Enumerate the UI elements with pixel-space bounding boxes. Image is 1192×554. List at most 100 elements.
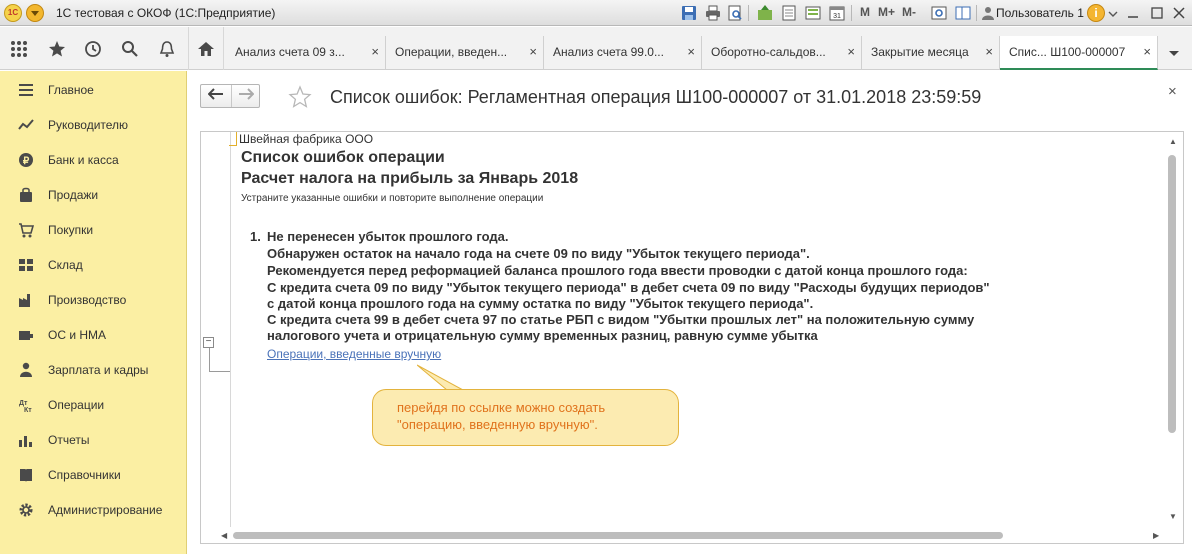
report-subheading: Расчет налога на прибыль за Январь 2018 [241,170,579,187]
home-button[interactable] [188,27,224,70]
scroll-right-icon[interactable]: ▶ [1153,531,1159,540]
vertical-scrollbar[interactable]: ▲ ▼ [1164,135,1181,525]
maximize-button[interactable] [1148,4,1166,22]
form-title: Список ошибок: Регламентная операция Ш10… [330,87,982,107]
notifications-button[interactable] [148,27,185,70]
tab-close-icon[interactable]: × [687,44,695,59]
sidebar-item-operations[interactable]: Дт Кт Операции [0,387,186,422]
ruble-coin-icon: ₽ [19,153,33,167]
favorite-star-icon[interactable] [288,85,312,109]
main-menu-button[interactable] [26,4,44,22]
sidebar-item-main[interactable]: Главное [0,72,186,107]
sidebar-item-label: Банк и касса [48,153,119,167]
report-heading: Список ошибок операции [241,149,445,166]
toolbar-separator [851,5,852,21]
user-icon [982,7,994,20]
form-close-icon[interactable]: × [1168,83,1177,100]
tab-label: Операции, введен... [395,45,508,59]
favorites-button[interactable] [38,27,75,70]
sidebar-item-payroll[interactable]: Зарплата и кадры [0,352,186,387]
tab-close-icon[interactable]: × [985,44,993,59]
user-name[interactable]: Пользователь 1 [996,6,1084,20]
info-icon[interactable]: i [1087,4,1105,22]
bar-chart-icon [19,436,32,447]
collapse-group-button[interactable]: − [203,337,214,348]
zoom-window-icon[interactable] [930,4,948,22]
sidebar-item-label: Покупки [48,223,94,237]
sidebar-item-purchases[interactable]: Покупки [0,212,186,247]
arrow-right-icon [239,88,255,100]
tab-turnover-balance[interactable]: Оборотно-сальдов... × [702,36,862,70]
scroll-down-icon[interactable]: ▼ [1169,512,1177,521]
error-text-line: С кредита счета 09 по виду "Убыток текущ… [267,280,990,295]
star-icon [48,40,65,56]
warehouse-icon [19,259,33,271]
tab-month-closing[interactable]: Закрытие месяца × [862,36,1000,70]
tab-close-icon[interactable]: × [529,44,537,59]
panels-icon[interactable] [954,4,972,22]
calendar-icon[interactable]: 31 [828,4,846,22]
sidebar-item-warehouse[interactable]: Склад [0,247,186,282]
memory-button[interactable]: M [860,5,870,19]
history-icon [84,40,101,57]
memory-add-button[interactable]: M+ [878,5,895,19]
toolbar-separator [976,5,977,21]
close-window-button[interactable] [1170,4,1188,22]
memory-subtract-button[interactable]: M- [902,5,916,19]
tab-label: Закрытие месяца [871,45,969,59]
scroll-left-icon[interactable]: ◀ [221,531,227,540]
sidebar-item-label: Склад [48,258,83,272]
minimize-button[interactable] [1124,4,1142,22]
close-icon [1173,7,1185,19]
history-button[interactable] [74,27,111,70]
cell-marker [229,132,237,146]
dt-kt-icon: ДтКт [19,400,32,413]
home-icon [198,41,214,56]
list-icon[interactable] [804,4,822,22]
sidebar-item-reports[interactable]: Отчеты [0,422,186,457]
scroll-up-icon[interactable]: ▲ [1169,137,1177,146]
back-button[interactable] [201,85,230,107]
error-text-line: Обнаружен остаток на начало года на счет… [267,246,810,261]
sidebar-item-label: Руководителю [48,118,129,132]
hint-callout: перейдя по ссылке можно создать "операци… [372,389,679,446]
chevron-down-icon[interactable] [1108,10,1118,18]
document-icon[interactable] [780,4,798,22]
sidebar-item-fixed-assets[interactable]: ОС и НМА [0,317,186,352]
error-text-line: налогового учета и отрицательную сумму в… [267,328,818,343]
search-button[interactable] [111,27,148,70]
tab-close-icon[interactable]: × [847,44,855,59]
sidebar-item-label: Главное [48,83,94,97]
sidebar-item-production[interactable]: Производство [0,282,186,317]
tab-close-icon[interactable]: × [371,44,379,59]
error-text-line: Не перенесен убыток прошлого года. [267,229,509,244]
tab-analysis-09[interactable]: Анализ счета 09 з... × [226,36,386,70]
tab-manual-operations[interactable]: Операции, введен... × [386,36,544,70]
save-icon[interactable] [680,4,698,22]
tabs-dropdown-icon[interactable] [1164,43,1184,63]
trend-icon [18,119,34,130]
group-bracket [209,344,230,372]
sidebar-item-bank[interactable]: ₽ Банк и касса [0,142,186,177]
app-title: 1С тестовая с ОКОФ (1С:Предприятие) [56,6,276,20]
forward-button[interactable] [231,85,260,107]
sidebar-item-administration[interactable]: Администрирование [0,492,186,527]
scroll-thumb[interactable] [1168,155,1176,433]
open-windows-bar: Анализ счета 09 з... × Операции, введен.… [0,27,1192,70]
scroll-thumb[interactable] [233,532,1003,539]
attach-icon[interactable] [756,4,774,22]
sections-grid-button[interactable] [0,27,37,70]
tab-close-icon[interactable]: × [1143,44,1151,59]
tab-label: Оборотно-сальдов... [711,45,826,59]
sidebar-item-sales[interactable]: Продажи [0,177,186,212]
callout-line: перейдя по ссылке можно создать [397,400,606,415]
tab-analysis-99[interactable]: Анализ счета 99.0... × [544,36,702,70]
sidebar-item-director[interactable]: Руководителю [0,107,186,142]
manual-operations-link[interactable]: Операции, введенные вручную [267,347,441,361]
search-icon [121,40,138,57]
horizontal-scrollbar[interactable]: ◀ ▶ [221,528,1164,542]
preview-icon[interactable] [726,4,744,22]
tab-error-list[interactable]: Спис... Ш100-000007 × [1000,36,1158,70]
print-icon[interactable] [704,4,722,22]
sidebar-item-catalogs[interactable]: Справочники [0,457,186,492]
